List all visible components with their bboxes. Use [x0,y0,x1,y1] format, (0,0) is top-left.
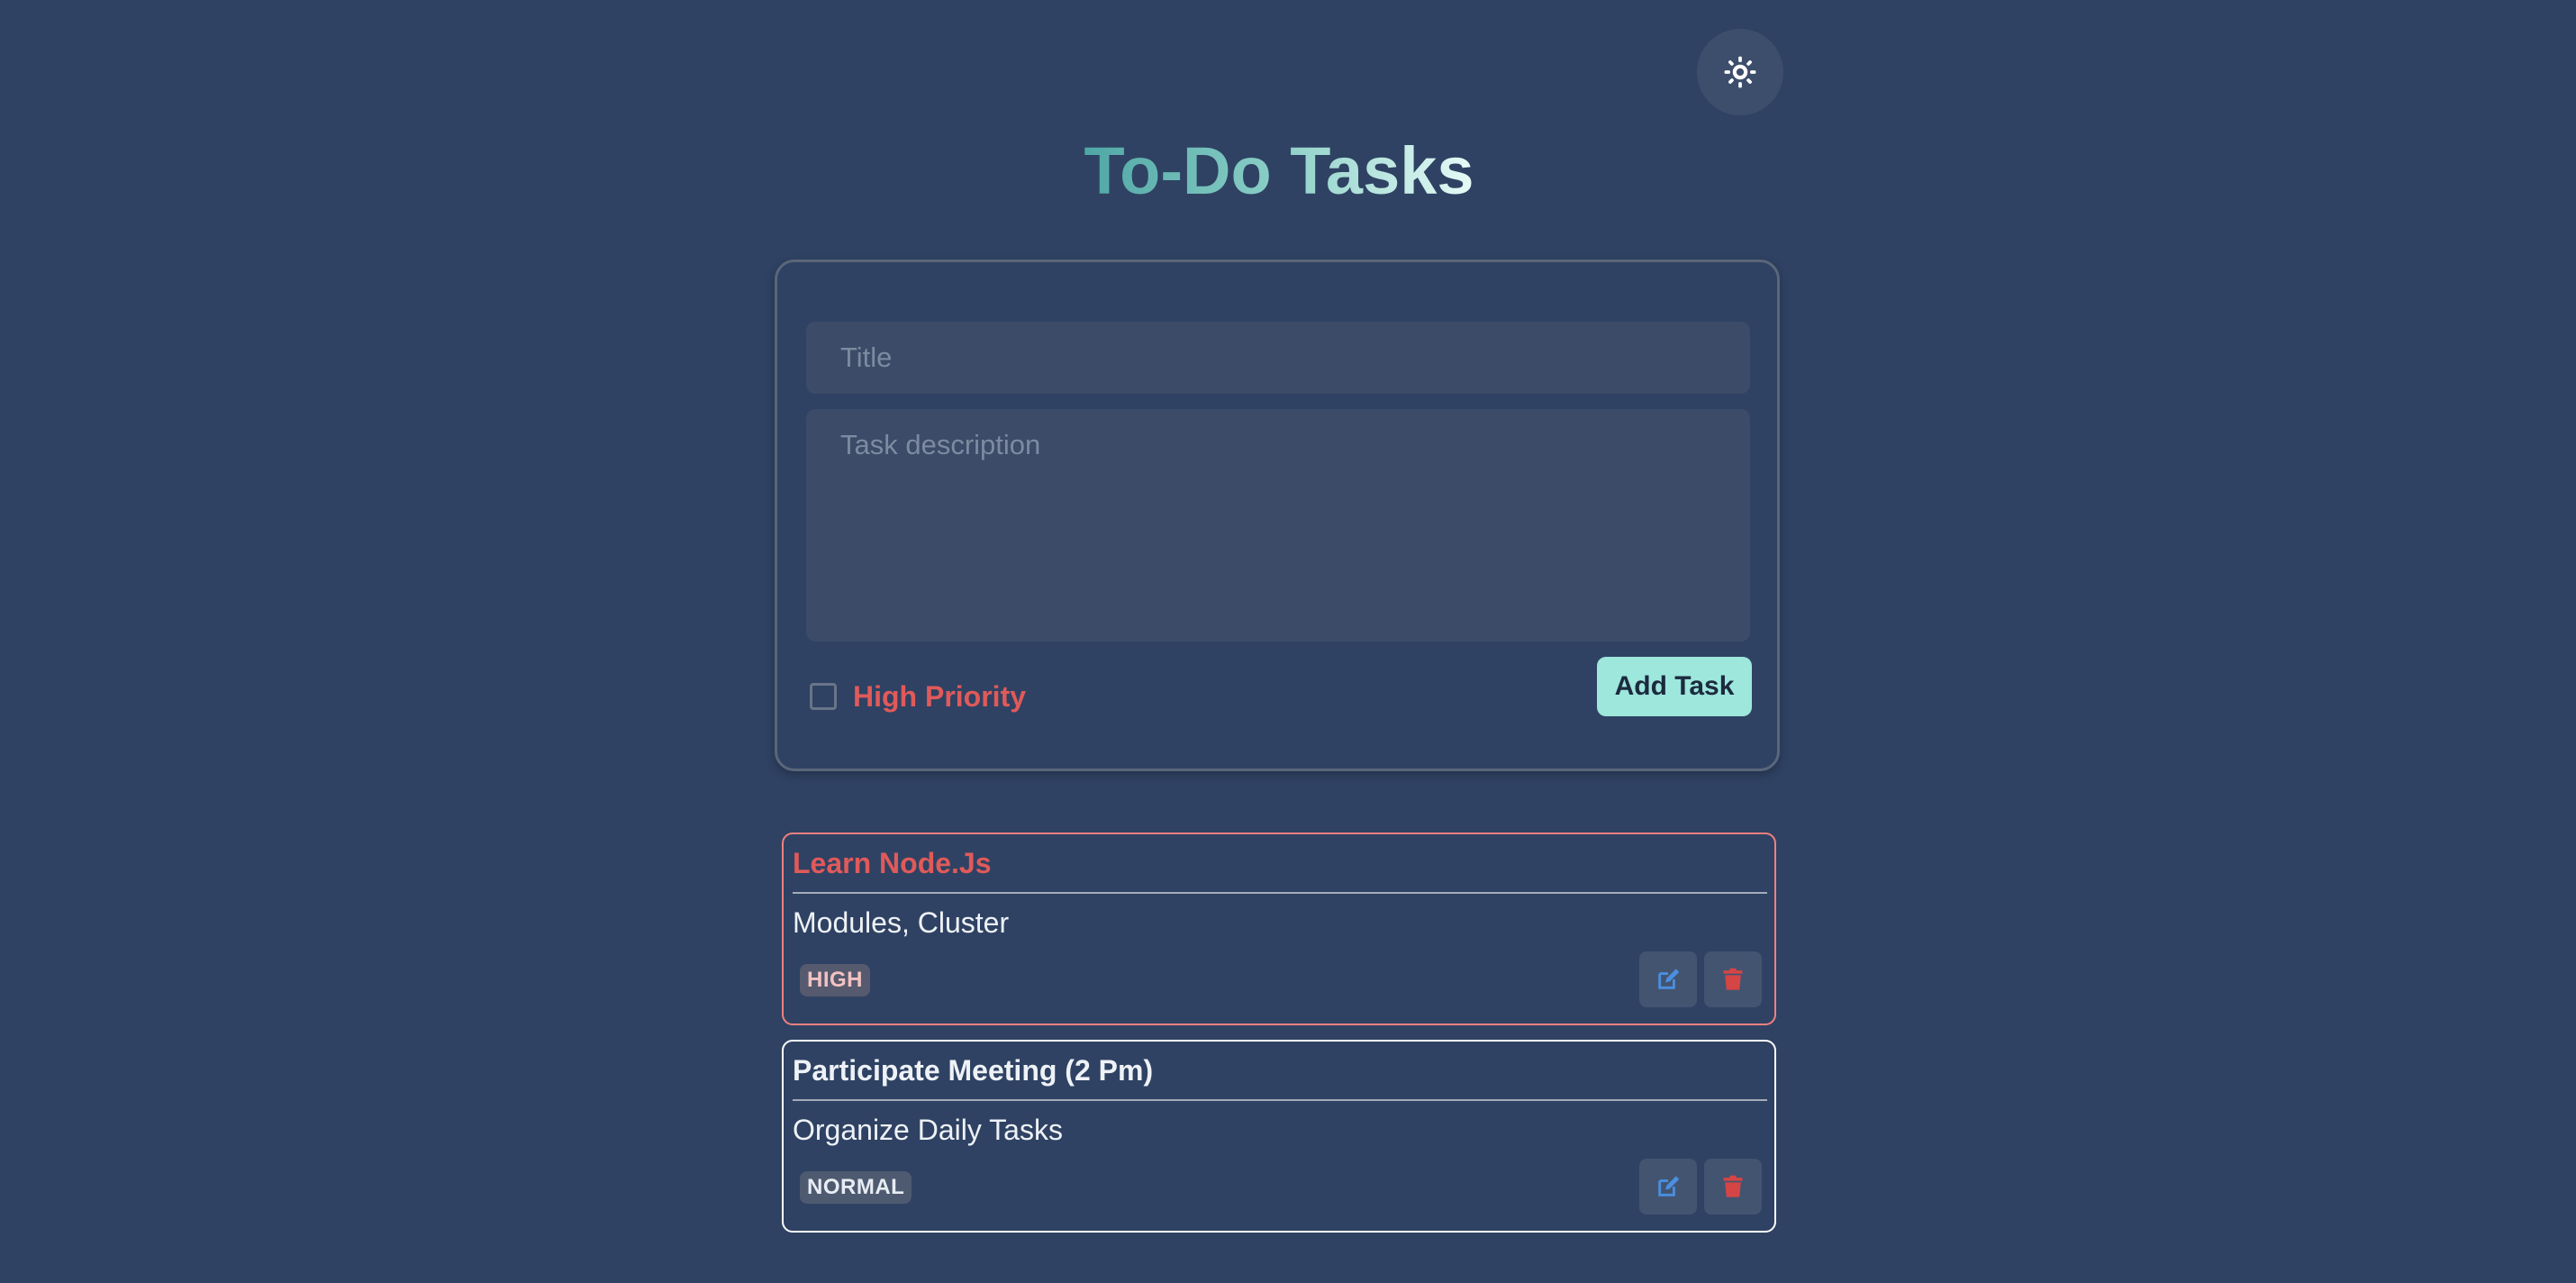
task-title: Learn Node.Js [793,847,992,879]
task-description: Modules, Cluster [793,906,1010,939]
priority-row: High Priority [810,669,1026,723]
priority-badge: NORMAL [800,1171,912,1204]
high-priority-label[interactable]: High Priority [853,680,1026,714]
theme-toggle-button[interactable] [1697,29,1783,115]
title-input[interactable] [806,322,1750,394]
delete-task-button[interactable] [1704,951,1762,1007]
description-input[interactable] [806,409,1750,642]
delete-task-button[interactable] [1704,1159,1762,1215]
task-title: Participate Meeting (2 Pm) [793,1054,1154,1087]
priority-badge: HIGH [800,964,870,996]
trash-icon [1723,968,1743,990]
task-card: Participate Meeting (2 Pm) Organize Dail… [782,1040,1776,1233]
page-title-text: To-Do Tasks [1084,133,1474,208]
edit-task-button[interactable] [1639,1159,1697,1215]
high-priority-checkbox[interactable] [810,683,837,710]
trash-icon [1723,1175,1743,1197]
task-card: Learn Node.Js Modules, Cluster HIGH [782,833,1776,1025]
app-container: To-Do Tasks High Priority Add Task Learn… [775,0,1783,1283]
add-task-button[interactable]: Add Task [1597,657,1752,716]
page-title: To-Do Tasks [775,126,1783,216]
sun-icon [1724,56,1756,88]
task-description: Organize Daily Tasks [793,1114,1063,1146]
edit-task-button[interactable] [1639,951,1697,1007]
task-divider [793,1099,1767,1101]
task-divider [793,892,1767,894]
edit-icon [1658,969,1680,989]
add-task-form: High Priority Add Task [775,259,1780,771]
edit-icon [1658,1176,1680,1197]
